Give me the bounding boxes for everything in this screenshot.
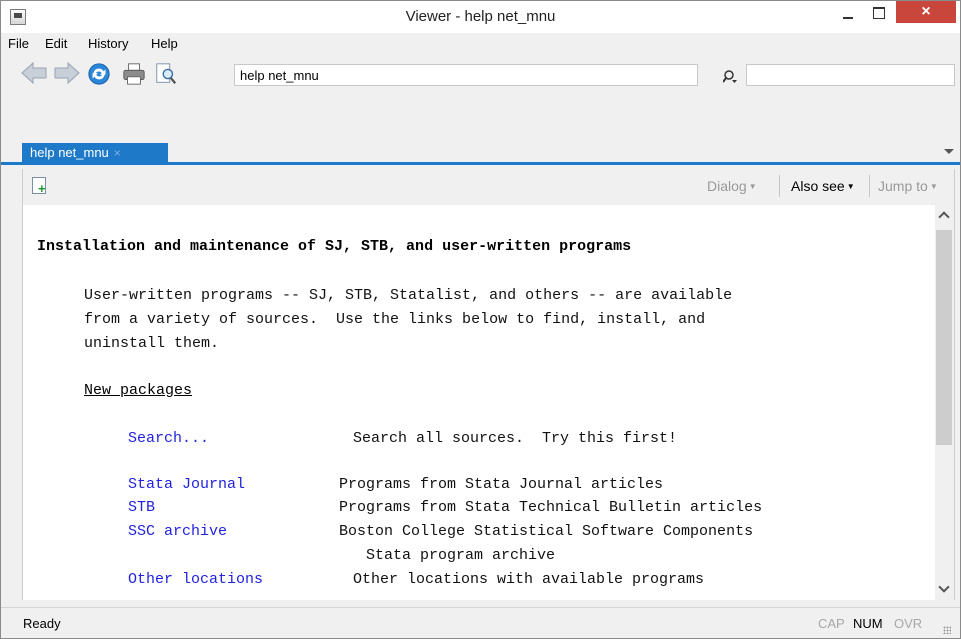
minimize-button[interactable] xyxy=(834,1,862,27)
status-text: Ready xyxy=(23,616,61,631)
address-input[interactable]: help net_mnu xyxy=(234,64,698,86)
caret-down-icon: ▼ xyxy=(748,182,757,191)
help-toolbar: Dialog▼ Also see▼ Jump to▼ xyxy=(22,169,955,205)
jump-to-label: Jump to xyxy=(878,178,928,194)
link-description: Programs from Stata Journal articles xyxy=(339,476,664,493)
link-stb[interactable]: STB xyxy=(128,499,155,516)
print-icon[interactable] xyxy=(121,62,147,88)
also-see-label: Also see xyxy=(791,178,845,194)
close-button[interactable]: × xyxy=(896,1,956,23)
title-bar: Viewer - help net_mnu × xyxy=(1,1,960,33)
tab-close-icon[interactable]: × xyxy=(114,146,121,160)
scroll-up-icon[interactable] xyxy=(938,209,950,221)
link-description: Search all sources. Try this first! xyxy=(353,430,678,447)
maximize-button[interactable] xyxy=(865,1,893,27)
window-title: Viewer - help net_mnu xyxy=(405,8,556,25)
search-input[interactable] xyxy=(746,64,955,86)
scroll-thumb[interactable] xyxy=(936,230,952,445)
separator xyxy=(779,175,780,197)
caret-down-icon: ▼ xyxy=(929,182,938,191)
menu-bar: File Edit History Help xyxy=(1,33,960,55)
tab-help-net-mnu[interactable]: help net_mnu × xyxy=(22,143,168,162)
num-indicator: NUM xyxy=(853,616,883,631)
forward-arrow-icon[interactable] xyxy=(54,61,80,88)
menu-edit[interactable]: Edit xyxy=(45,36,67,51)
scroll-down-icon[interactable] xyxy=(938,583,950,595)
caret-down-icon: ▼ xyxy=(846,182,855,191)
link-search[interactable]: Search... xyxy=(128,430,209,447)
link-description: Boston College Statistical Software Comp… xyxy=(339,523,754,540)
link-description: Programs from Stata Technical Bulletin a… xyxy=(339,499,763,516)
back-arrow-icon[interactable] xyxy=(21,61,47,88)
intro-line: from a variety of sources. Use the links… xyxy=(84,311,706,328)
link-description-continued: Stata program archive xyxy=(339,547,556,564)
separator xyxy=(869,175,870,197)
dialog-menu[interactable]: Dialog ▼ xyxy=(707,178,757,194)
search-icon xyxy=(722,69,737,86)
menu-help[interactable]: Help xyxy=(151,36,178,51)
dialog-label: Dialog xyxy=(707,178,747,194)
ovr-indicator: OVR xyxy=(894,616,923,631)
link-description: Other locations with available programs xyxy=(353,571,705,588)
find-document-icon[interactable] xyxy=(154,62,180,88)
menu-history[interactable]: History xyxy=(88,36,128,51)
refresh-icon[interactable] xyxy=(87,62,113,88)
viewer-window: Viewer - help net_mnu × File Edit Histor… xyxy=(0,0,961,639)
link-ssc-archive[interactable]: SSC archive xyxy=(128,523,227,540)
page-title: Installation and maintenance of SJ, STB,… xyxy=(37,238,632,255)
chevron-down-icon[interactable] xyxy=(944,149,954,154)
caps-indicator: CAP xyxy=(818,616,845,631)
status-bar: Ready CAP NUM OVR xyxy=(1,607,960,638)
vertical-scrollbar[interactable] xyxy=(935,205,954,600)
tab-strip: help net_mnu × xyxy=(1,143,960,165)
intro-line: User-written programs -- SJ, STB, Statal… xyxy=(84,287,733,304)
section-title: New packages xyxy=(84,382,193,399)
resize-grip-icon[interactable] xyxy=(943,626,951,634)
link-stata-journal[interactable]: Stata Journal xyxy=(128,476,245,493)
toolbar: help net_mnu xyxy=(1,57,960,91)
menu-file[interactable]: File xyxy=(8,36,29,51)
link-other-locations[interactable]: Other locations xyxy=(128,571,263,588)
intro-line: uninstall them. xyxy=(84,335,220,352)
new-viewer-icon[interactable] xyxy=(32,177,46,196)
jump-to-menu[interactable]: Jump to ▼ xyxy=(878,178,938,194)
also-see-menu[interactable]: Also see ▼ xyxy=(791,178,855,194)
help-content: Installation and maintenance of SJ, STB,… xyxy=(22,205,955,600)
tab-label: help net_mnu xyxy=(30,145,109,160)
